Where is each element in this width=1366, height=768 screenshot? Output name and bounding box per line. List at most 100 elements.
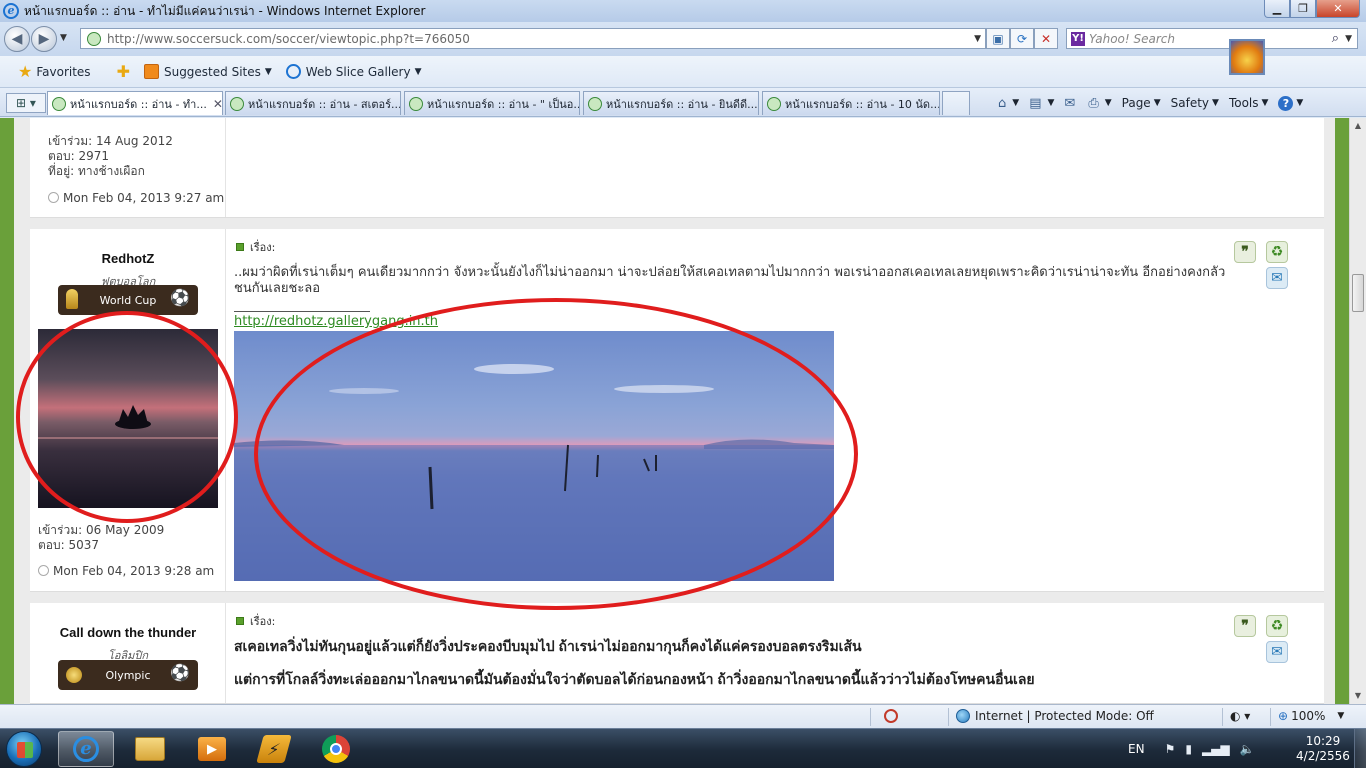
tab-3[interactable]: หน้าแรกบอร์ด :: อ่าน - " เป็นอ...	[404, 91, 580, 115]
help-menu[interactable]: ? ▼	[1278, 95, 1303, 111]
feeds-button[interactable]: ▤ ▼	[1029, 96, 1054, 111]
protected-mode-toggle[interactable]: ◐ ▾	[1230, 709, 1250, 723]
quick-tabs-button[interactable]: ⊞ ▾	[6, 93, 46, 113]
favorites-button[interactable]: ★ Favorites	[18, 62, 91, 81]
search-icon[interactable]: ⌕	[1332, 31, 1339, 46]
vertical-scrollbar[interactable]: ▲ ▼	[1349, 118, 1366, 704]
suggested-sites-link[interactable]: Suggested Sites ▼	[143, 64, 272, 79]
lake-scene	[234, 364, 834, 581]
scroll-up-arrow-icon[interactable]: ▲	[1350, 118, 1366, 134]
signature-divider	[234, 311, 370, 312]
input-language[interactable]: EN	[1128, 742, 1145, 756]
show-desktop-button[interactable]	[1354, 729, 1366, 768]
start-button[interactable]	[6, 731, 42, 767]
subject-label: เรื่อง:	[250, 241, 276, 254]
suggested-sites-label: Suggested Sites	[163, 64, 261, 79]
suggested-sites-icon	[143, 64, 159, 79]
battery-icon[interactable]: ▮	[1185, 742, 1192, 756]
taskbar-media-player[interactable]: ▶	[184, 731, 240, 767]
chevron-down-icon: ▼	[414, 66, 422, 77]
chevron-down-icon: ▼	[1153, 98, 1161, 108]
tab-1[interactable]: หน้าแรกบอร์ด :: อ่าน - ทำ... ✕	[47, 91, 223, 115]
web-slice-gallery-link[interactable]: Web Slice Gallery ▼	[285, 64, 422, 79]
player-kick-icon: ⚽	[170, 288, 190, 307]
web-slice-icon	[285, 64, 301, 79]
share-button[interactable]: ♻	[1266, 241, 1288, 263]
rank-badge: World Cup ⚽	[58, 285, 198, 315]
close-tab-icon[interactable]: ✕	[213, 97, 222, 111]
security-zone[interactable]: Internet | Protected Mode: Off	[956, 709, 1154, 723]
compatibility-view-button[interactable]: ▣	[986, 28, 1010, 49]
search-dropdown-icon[interactable]: ▼	[1345, 34, 1352, 44]
tab-4[interactable]: หน้าแรกบอร์ด :: อ่าน - ยินดีดี...	[583, 91, 759, 115]
minimize-button[interactable]: ▁	[1264, 0, 1290, 18]
address-url: http://www.soccersuck.com/soccer/viewtop…	[107, 31, 470, 46]
signature-link[interactable]: http://redhotz.gallerygang.in.th	[234, 314, 438, 329]
security-zone-text: Internet | Protected Mode: Off	[975, 709, 1154, 723]
post-time-text: Mon Feb 04, 2013 9:27 am	[63, 191, 225, 205]
chevron-down-icon: ▼	[1337, 711, 1345, 721]
taskbar-clock[interactable]: 10:29 4/2/2556	[1292, 734, 1354, 764]
read-mail-button[interactable]: ✉	[1064, 96, 1078, 111]
chevron-down-icon: ▼	[1261, 98, 1269, 108]
favorites-bar: ★ Favorites ✚ Suggested Sites ▼ Web Slic…	[0, 56, 1366, 88]
user-avatar	[38, 329, 218, 508]
badge-label: World Cup	[99, 293, 157, 307]
post-author-column: RedhotZ ฟุตบอลโลก World Cup ⚽ เข้าร่วม: …	[30, 229, 226, 591]
maximize-button[interactable]: ❐	[1290, 0, 1316, 18]
quote-button[interactable]: ❞	[1234, 241, 1256, 263]
action-center-icon[interactable]: ⚑	[1165, 742, 1176, 756]
taskbar-file-explorer[interactable]	[122, 731, 178, 767]
forward-button[interactable]: ▶	[31, 26, 57, 52]
author-joined: เข้าร่วม: 14 Aug 2012	[48, 134, 173, 148]
scrollbar-thumb[interactable]	[1352, 274, 1364, 312]
network-signal-icon[interactable]: ▂▄▆	[1202, 742, 1230, 756]
add-to-favorites-bar-button[interactable]: ✚	[117, 62, 130, 81]
window-title: หน้าแรกบอร์ด :: อ่าน - ทำไม่มีแค่คนว่าเร…	[24, 3, 426, 18]
close-button[interactable]: ✕	[1316, 0, 1360, 18]
post-text: ..ผมว่าผิดที่เรน่าเต็มๆ คนเดียวมากกว่า จ…	[234, 265, 1226, 296]
address-input[interactable]: http://www.soccersuck.com/soccer/viewtop…	[80, 28, 986, 49]
clock-icon	[38, 565, 49, 576]
zoom-control[interactable]: ⊕ 100% ▼	[1278, 709, 1344, 723]
forum-post: RedhotZ ฟุตบอลโลก World Cup ⚽ เข้าร่วม: …	[30, 229, 1324, 592]
status-bar: Internet | Protected Mode: Off ◐ ▾ ⊕ 100…	[0, 704, 1366, 728]
print-button[interactable]: ⎙ ▼	[1088, 96, 1111, 111]
private-message-button[interactable]: ✉	[1266, 267, 1288, 289]
quote-button[interactable]: ❞	[1234, 615, 1256, 637]
search-input[interactable]: Y! Yahoo! Search ⌕ ▼	[1066, 28, 1358, 49]
tab-2[interactable]: หน้าแรกบอร์ด :: อ่าน - สเตอร์...	[225, 91, 401, 115]
tools-menu[interactable]: Tools ▼	[1229, 96, 1268, 110]
address-dropdown-icon[interactable]: ▼	[974, 34, 981, 44]
tab-5[interactable]: หน้าแรกบอร์ด :: อ่าน - 10 นัด...	[762, 91, 940, 115]
safety-menu[interactable]: Safety ▼	[1171, 96, 1219, 110]
private-message-button[interactable]: ✉	[1266, 641, 1288, 663]
new-tab-button[interactable]	[942, 91, 970, 115]
taskbar-internet-explorer[interactable]: e	[58, 731, 114, 767]
trophy-icon	[66, 289, 78, 309]
stop-button[interactable]: ✕	[1034, 28, 1058, 49]
window-controls: ▁ ❐ ✕	[1264, 0, 1360, 18]
chevron-down-icon: ▼	[1212, 98, 1219, 108]
scroll-down-arrow-icon[interactable]: ▼	[1350, 688, 1366, 704]
author-username[interactable]: Call down the thunder	[30, 625, 226, 640]
author-username[interactable]: RedhotZ	[30, 251, 226, 266]
chevron-down-icon: ▼	[264, 66, 272, 77]
home-button[interactable]: ⌂ ▼	[998, 96, 1019, 111]
share-button[interactable]: ♻	[1266, 615, 1288, 637]
page-menu[interactable]: Page ▼	[1122, 96, 1161, 110]
chevron-down-icon: ▼	[1104, 98, 1112, 108]
author-joined: เข้าร่วม: 06 May 2009	[38, 523, 165, 537]
tab-label: หน้าแรกบอร์ด :: อ่าน - ทำ...	[70, 97, 207, 111]
back-button[interactable]: ◀	[4, 26, 30, 52]
status-divider	[948, 708, 949, 726]
privacy-report-button[interactable]	[884, 709, 898, 723]
taskbar-chrome[interactable]	[308, 731, 364, 767]
tab-site-icon	[588, 96, 602, 111]
post-author-column: เข้าร่วม: 14 Aug 2012 ตอบ: 2971 ที่อยู่:…	[30, 118, 226, 217]
recent-pages-dropdown-icon[interactable]: ▼	[60, 33, 67, 43]
refresh-button[interactable]: ⟳	[1010, 28, 1034, 49]
taskbar-winamp[interactable]: ⚡	[246, 731, 302, 767]
profile-picture[interactable]	[1229, 39, 1265, 75]
volume-icon[interactable]: 🔈	[1240, 742, 1255, 756]
